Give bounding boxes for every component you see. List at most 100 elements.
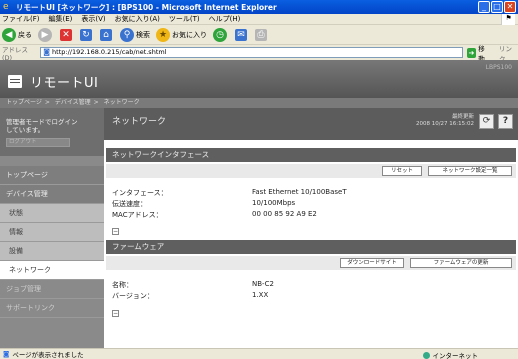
speed-key: 伝送速度： [112, 200, 147, 208]
brand-title: リモートUI [30, 76, 99, 91]
page-icon: ◙ [43, 48, 51, 56]
history-button[interactable]: ◷ [213, 27, 229, 42]
network-settings-list-button[interactable]: ネットワーク設定一覧 [428, 166, 512, 176]
collapse-icon[interactable]: − [112, 228, 119, 235]
breadcrumb-network: ネットワーク [103, 99, 140, 106]
help-button[interactable]: ? [498, 114, 513, 129]
breadcrumb-device[interactable]: デバイス管理 [55, 99, 91, 106]
stop-button[interactable]: ✕ [60, 28, 74, 41]
logout-button[interactable]: ログアウト [6, 138, 70, 147]
page-title: ネットワーク [112, 117, 167, 127]
forward-arrow-icon: ▶ [38, 27, 52, 42]
maximize-button[interactable]: □ [491, 1, 503, 13]
minimize-button[interactable]: _ [478, 1, 490, 13]
speed-value: 10/100Mbps [252, 199, 296, 207]
firmware-update-button[interactable]: ファームウェアの更新 [410, 258, 512, 268]
firmware-name-value: NB-C2 [252, 280, 274, 288]
history-icon: ◷ [213, 27, 227, 42]
sidebar-item-job-management[interactable]: ジョブ管理 [0, 280, 104, 299]
status-bar: ◙ ページが表示されました インターネット [0, 348, 518, 359]
sidebar-item-network[interactable]: ネットワーク [0, 261, 104, 280]
collapse-icon[interactable]: − [112, 310, 119, 317]
search-button[interactable]: ⚲ 検索 [120, 27, 150, 42]
menu-edit[interactable]: 編集(E) [49, 14, 73, 24]
favorites-button[interactable]: ★ お気に入り [156, 27, 207, 42]
sidebar-item-equipment[interactable]: 設備 [0, 242, 104, 261]
window-title: リモートUI [ネットワーク] : [BPS100 - Microsoft In… [16, 2, 277, 12]
favorites-label: お気に入り [172, 30, 207, 39]
firmware-actions: ダウンロードサイト ファームウェアの更新 [106, 256, 516, 270]
security-zone: インターネット [422, 350, 479, 359]
sidebar-item-device-management[interactable]: デバイス管理 [0, 185, 104, 204]
menu-favorites[interactable]: お気に入り(A) [115, 14, 160, 24]
browser-icon: e [3, 2, 9, 12]
sidebar: 管理者モードでログイン しています。 ログアウト トップページ デバイス管理 状… [0, 108, 104, 348]
refresh-button[interactable]: ↻ [80, 28, 94, 41]
breadcrumb: トップページ > デバイス管理 > ネットワーク [0, 98, 518, 108]
sidebar-item-support-link[interactable]: サポートリンク [0, 299, 104, 318]
refresh-page-button[interactable]: ⟳ [479, 114, 494, 129]
star-icon: ★ [156, 27, 170, 42]
printer-icon [8, 75, 22, 88]
mail-button[interactable]: ✉ [235, 28, 249, 41]
reset-button[interactable]: リセット [382, 166, 422, 176]
last-updated: 最終更新 2008 10/27 16:15:02 [416, 114, 474, 128]
sidebar-item-status[interactable]: 状態 [0, 204, 104, 223]
search-label: 検索 [136, 30, 150, 39]
mac-value: 00 00 85 92 A9 E2 [252, 210, 317, 218]
menu-tools[interactable]: ツール(T) [169, 14, 200, 24]
menu-bar: ファイル(F) 編集(E) 表示(V) お気に入り(A) ツール(T) ヘルプ(… [0, 14, 518, 25]
breadcrumb-top[interactable]: トップページ [6, 99, 42, 106]
address-bar: アドレス(D) ◙ http://192.168.0.215/cab/net.s… [0, 45, 518, 63]
zone-label: インターネット [432, 352, 479, 359]
model-name: LBPS100 [485, 64, 512, 71]
address-input[interactable]: ◙ http://192.168.0.215/cab/net.shtml [40, 47, 463, 58]
updated-time: 2008 10/27 16:15:02 [415, 121, 474, 127]
back-label: 戻る [18, 30, 32, 39]
menu-help[interactable]: ヘルプ(H) [209, 14, 241, 24]
window-controls: _ □ ✕ [478, 1, 516, 13]
web-page: リモートUI LBPS100 トップページ > デバイス管理 > ネットワーク ネッ… [0, 60, 518, 348]
network-interface-heading: ネットワークインタフェース [106, 148, 516, 162]
menu-file[interactable]: ファイル(F) [2, 14, 40, 24]
sidebar-item-info[interactable]: 情報 [0, 223, 104, 242]
mac-key: MACアドレス： [112, 211, 163, 219]
interface-key: インタフェース： [112, 189, 168, 197]
main-content: ネットワークインタフェース リセット ネットワーク設定一覧 インタフェース： F… [104, 140, 518, 348]
window-titlebar: e リモートUI [ネットワーク] : [BPS100 - Microsoft … [0, 0, 518, 14]
download-site-button[interactable]: ダウンロードサイト [340, 258, 404, 268]
windows-logo-icon: ⚑ [501, 14, 515, 25]
network-interface-actions: リセット ネットワーク設定一覧 [106, 164, 516, 178]
mail-icon: ✉ [235, 28, 247, 41]
print-icon: ⎙ [255, 28, 267, 41]
stop-icon: ✕ [60, 28, 72, 41]
page-done-icon: ◙ [3, 350, 10, 358]
brand: リモートUI [8, 72, 98, 91]
page-header: ネットワーク 最終更新 2008 10/27 16:15:02 ⟳ ? [104, 108, 518, 140]
forward-button[interactable]: ▶ [38, 27, 54, 42]
sidebar-item-top[interactable]: トップページ [0, 166, 104, 185]
login-message: 管理者モードでログイン しています。 [6, 118, 78, 134]
back-arrow-icon: ◀ [2, 27, 16, 42]
firmware-heading: ファームウェア [106, 240, 516, 254]
print-button[interactable]: ⎙ [255, 28, 269, 41]
globe-icon [422, 351, 430, 359]
refresh-icon: ↻ [80, 28, 92, 41]
brand-header: リモートUI LBPS100 [0, 60, 518, 98]
go-arrow-icon: ➜ [466, 47, 477, 58]
firmware-version-key: バージョン： [112, 292, 154, 300]
updated-label: 最終更新 [451, 114, 474, 120]
login-status: 管理者モードでログイン しています。 ログアウト [0, 108, 104, 156]
browser-toolbar: ◀ 戻る ▶ ✕ ↻ ⌂ ⚲ 検索 ★ お気に入り ◷ ✉ ⎙ [0, 25, 518, 45]
back-button[interactable]: ◀ 戻る [2, 27, 32, 42]
home-button[interactable]: ⌂ [100, 28, 114, 41]
sidebar-nav: トップページ デバイス管理 状態 情報 設備 ネットワーク ジョブ管理 サポート… [0, 166, 104, 318]
home-icon: ⌂ [100, 28, 112, 41]
status-text: ページが表示されました [12, 351, 84, 359]
firmware-version-value: 1.XX [252, 291, 269, 299]
close-button[interactable]: ✕ [504, 1, 516, 13]
address-label: アドレス(D) [2, 45, 28, 62]
menu-view[interactable]: 表示(V) [81, 14, 105, 24]
firmware-name-key: 名称： [112, 281, 133, 289]
search-icon: ⚲ [120, 27, 134, 42]
